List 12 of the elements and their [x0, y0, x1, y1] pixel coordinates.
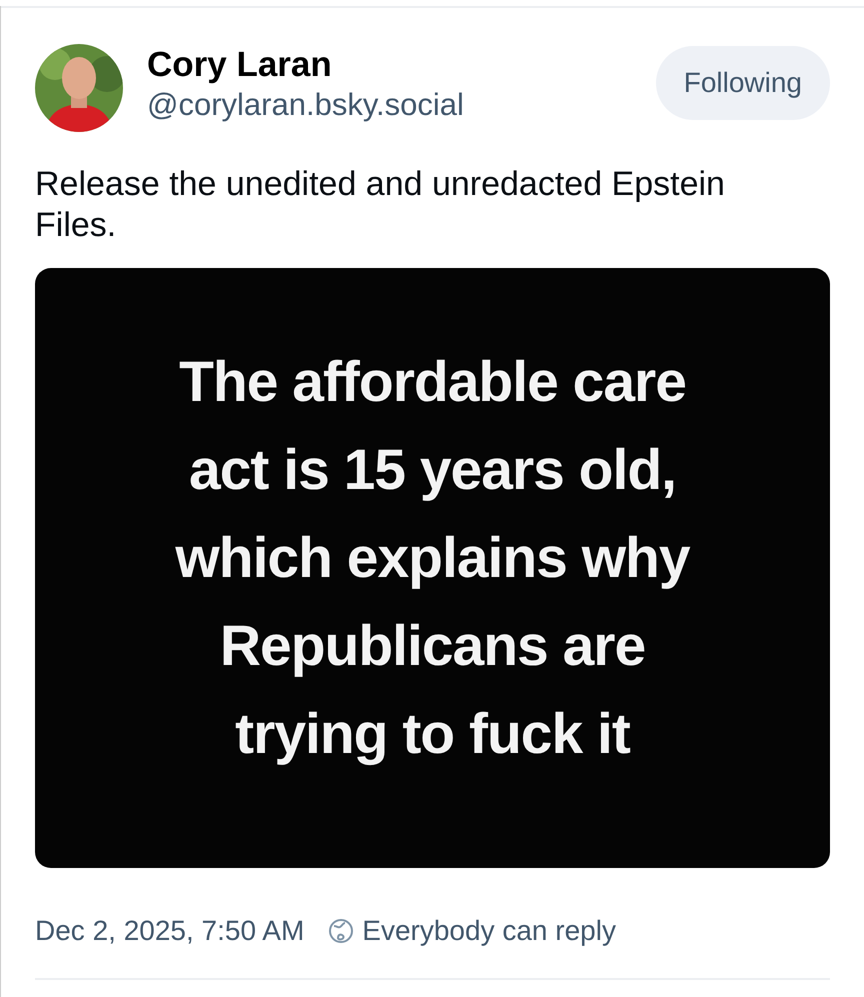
- image-text-line: Republicans are: [218, 612, 646, 680]
- author-handle: @corylaran.bsky.social: [147, 86, 465, 124]
- image-text-line: trying to fuck it: [234, 700, 632, 768]
- image-text-line: which explains why: [174, 524, 692, 592]
- post-text: Release the unedited and unredacted Epstein Files.: [35, 164, 726, 246]
- globe-icon: [328, 918, 354, 944]
- reply-setting: Everybody can reply: [362, 914, 616, 948]
- image-text-line: The affordable care: [178, 348, 687, 416]
- post-timestamp: Dec 2, 2025, 7:50 AM: [35, 914, 304, 948]
- following-button[interactable]: Following: [656, 46, 830, 120]
- image-text-line: act is 15 years old,: [188, 436, 677, 504]
- author-name: Cory Laran: [147, 44, 333, 86]
